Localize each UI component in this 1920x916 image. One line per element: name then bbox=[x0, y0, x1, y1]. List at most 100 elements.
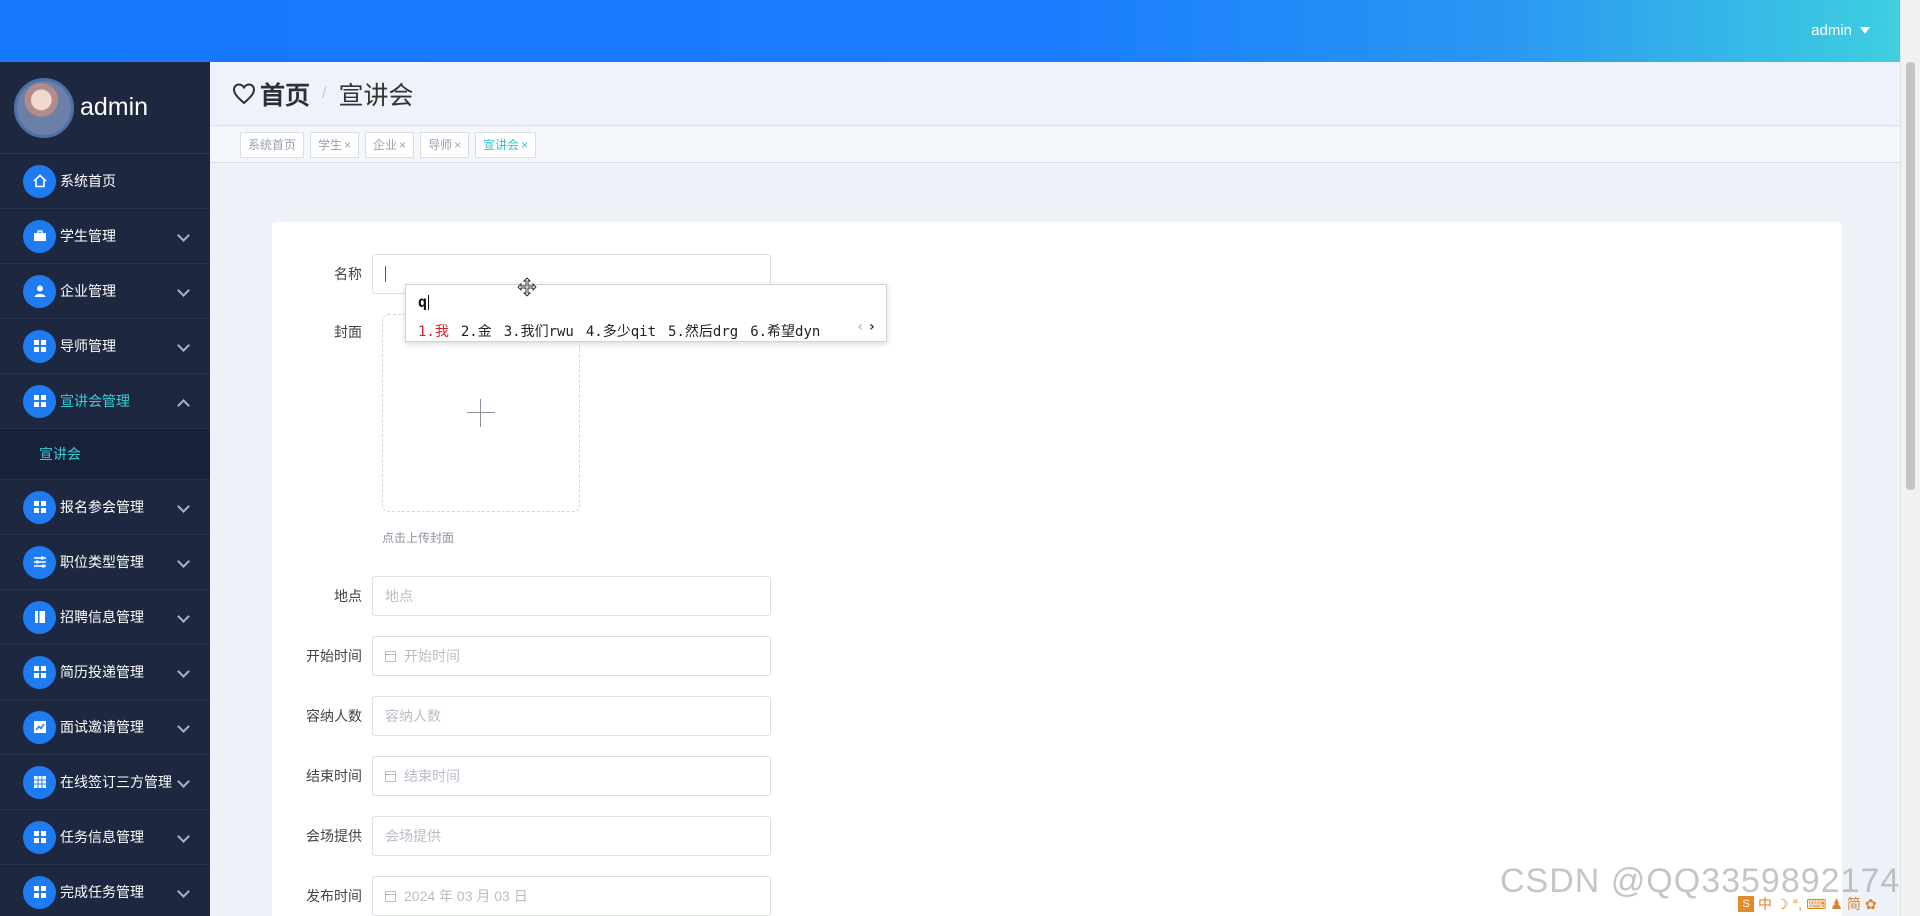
ime-candidate-2[interactable]: 2.金 bbox=[461, 321, 492, 341]
sidebar-item-8[interactable]: 简历投递管理 bbox=[0, 645, 210, 700]
sidebar-item-10[interactable]: 在线签订三方管理 bbox=[0, 755, 210, 810]
capacity-input[interactable]: 容纳人数 bbox=[372, 696, 771, 736]
tray-item-4[interactable]: ⌨ bbox=[1806, 896, 1826, 913]
close-icon[interactable]: × bbox=[399, 138, 406, 152]
sidebar-item-label: 宣讲会管理 bbox=[60, 393, 130, 409]
close-icon[interactable]: × bbox=[521, 138, 528, 152]
heart-icon bbox=[232, 82, 256, 104]
tray-item-5[interactable]: ♟ bbox=[1830, 896, 1843, 913]
move-cursor-icon bbox=[517, 277, 537, 297]
publish-time-value: 2024 年 03 月 03 日 bbox=[404, 888, 528, 904]
user-name: admin bbox=[1811, 22, 1852, 39]
ime-typed-text: q bbox=[418, 293, 428, 311]
chevron-down-icon bbox=[177, 665, 190, 678]
tag-label: 系统首页 bbox=[248, 138, 297, 152]
venue-label: 会场提供 bbox=[306, 828, 362, 844]
text-cursor bbox=[385, 266, 386, 282]
sidebar-item-3[interactable]: 导师管理 bbox=[0, 319, 210, 374]
sidebar-profile: admin bbox=[0, 62, 210, 154]
capacity-row: 容纳人数 容纳人数 bbox=[272, 696, 771, 736]
ime-next-icon[interactable]: › bbox=[868, 319, 876, 335]
grid-icon bbox=[23, 820, 56, 854]
publish-time-picker[interactable]: 2024 年 03 月 03 日 bbox=[372, 876, 771, 916]
end-time-row: 结束时间 结束时间 bbox=[272, 756, 771, 796]
cover-uploader[interactable] bbox=[382, 314, 580, 512]
sidebar-subitem-4-0[interactable]: 宣讲会 bbox=[0, 429, 210, 480]
ime-candidate-3[interactable]: 3.我们rwu bbox=[504, 321, 574, 341]
chevron-down-icon bbox=[177, 775, 190, 788]
home-icon bbox=[23, 164, 56, 198]
tray-item-1[interactable]: 中 bbox=[1758, 894, 1772, 914]
start-time-picker[interactable]: 开始时间 bbox=[372, 636, 771, 676]
sidebar-item-2[interactable]: 企业管理 bbox=[0, 264, 210, 319]
sidebar-item-label: 系统首页 bbox=[60, 173, 116, 189]
sidebar-item-0[interactable]: 系统首页 bbox=[0, 154, 210, 209]
sidebar-item-label: 学生管理 bbox=[60, 228, 116, 244]
tab-tag-0[interactable]: 系统首页 bbox=[240, 131, 305, 158]
breadcrumb-home[interactable]: 首页 bbox=[232, 76, 310, 112]
tray-item-2[interactable]: ☽ bbox=[1776, 896, 1789, 913]
tag-label: 企业 bbox=[373, 138, 398, 152]
book-icon bbox=[23, 600, 56, 634]
tag-label: 宣讲会 bbox=[483, 138, 520, 152]
calendar-icon bbox=[385, 890, 396, 902]
tag-label: 学生 bbox=[318, 138, 343, 152]
sidebar-item-label: 在线签订三方管理 bbox=[60, 774, 172, 790]
sidebar-item-4[interactable]: 宣讲会管理 bbox=[0, 374, 210, 429]
avatar bbox=[14, 77, 74, 138]
start-time-placeholder: 开始时间 bbox=[404, 648, 460, 664]
venue-row: 会场提供 会场提供 bbox=[272, 816, 771, 856]
location-label: 地点 bbox=[334, 588, 362, 604]
chevron-down-icon bbox=[177, 284, 190, 297]
tab-tag-3[interactable]: 导师 × bbox=[420, 131, 470, 158]
tab-tag-2[interactable]: 企业 × bbox=[365, 131, 415, 158]
ime-candidate-6[interactable]: 6.希望dyn bbox=[750, 321, 820, 341]
sidebar-item-5[interactable]: 报名参会管理 bbox=[0, 480, 210, 535]
venue-placeholder: 会场提供 bbox=[385, 828, 441, 844]
user-dropdown[interactable]: admin bbox=[1811, 22, 1870, 39]
page-scrollbar[interactable] bbox=[1900, 0, 1920, 916]
top-header: admin bbox=[0, 0, 1920, 62]
table-icon bbox=[23, 765, 56, 799]
chevron-down-icon bbox=[177, 885, 190, 898]
sidebar-item-7[interactable]: 招聘信息管理 bbox=[0, 590, 210, 645]
calendar-icon bbox=[385, 650, 396, 662]
scrollbar-thumb[interactable] bbox=[1906, 62, 1915, 490]
chevron-down-icon bbox=[177, 555, 190, 568]
tray-item-7[interactable]: ✿ bbox=[1865, 896, 1877, 913]
ime-page-nav: ‹ › bbox=[856, 319, 876, 335]
caret-down-icon bbox=[1860, 27, 1870, 34]
sidebar-item-6[interactable]: 职位类型管理 bbox=[0, 535, 210, 590]
tag-label: 导师 bbox=[428, 138, 453, 152]
ime-candidate-4[interactable]: 4.多少qit bbox=[586, 321, 656, 341]
tab-tag-1[interactable]: 学生 × bbox=[310, 131, 360, 158]
capacity-placeholder: 容纳人数 bbox=[385, 708, 441, 724]
sidebar-item-9[interactable]: 面试邀请管理 bbox=[0, 700, 210, 755]
end-time-picker[interactable]: 结束时间 bbox=[372, 756, 771, 796]
chevron-down-icon bbox=[177, 720, 190, 733]
sidebar-item-12[interactable]: 完成任务管理 bbox=[0, 865, 210, 916]
tray-item-6[interactable]: 简 bbox=[1847, 894, 1861, 914]
close-icon[interactable]: × bbox=[454, 138, 461, 152]
grid-icon bbox=[23, 384, 56, 418]
ime-prev-icon[interactable]: ‹ bbox=[856, 319, 864, 335]
chevron-up-icon bbox=[177, 399, 190, 412]
tray-item-0[interactable]: S bbox=[1738, 896, 1754, 912]
venue-input[interactable]: 会场提供 bbox=[372, 816, 771, 856]
sidebar-item-11[interactable]: 任务信息管理 bbox=[0, 810, 210, 865]
sidebar-item-1[interactable]: 学生管理 bbox=[0, 209, 210, 264]
start-time-row: 开始时间 开始时间 bbox=[272, 636, 771, 676]
ime-candidate-1[interactable]: 1.我 bbox=[418, 321, 449, 341]
tags-view: 系统首页 学生 × 企业 × 导师 × 宣讲会 × bbox=[210, 127, 1900, 163]
chevron-down-icon bbox=[177, 610, 190, 623]
breadcrumb-separator: / bbox=[322, 84, 327, 102]
close-icon[interactable]: × bbox=[344, 138, 351, 152]
location-input[interactable]: 地点 bbox=[372, 576, 771, 616]
chevron-down-icon bbox=[177, 229, 190, 242]
tray-item-3[interactable]: °, bbox=[1793, 896, 1803, 912]
ime-composition: q bbox=[418, 293, 430, 311]
sidebar-item-label: 面试邀请管理 bbox=[60, 719, 144, 735]
ime-candidate-5[interactable]: 5.然后drg bbox=[668, 321, 738, 341]
tab-tag-4[interactable]: 宣讲会 × bbox=[475, 131, 537, 158]
sidebar-item-label: 导师管理 bbox=[60, 338, 116, 354]
